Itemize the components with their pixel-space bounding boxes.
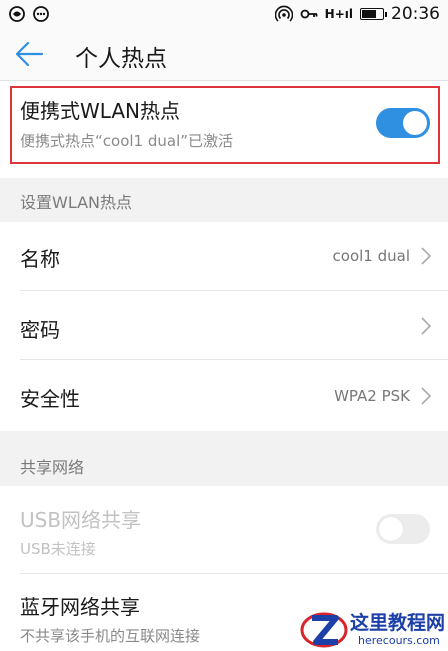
watermark: 这里教程网 herecours.com — [298, 606, 448, 651]
chevron-right-icon — [421, 247, 432, 265]
usb-tethering-toggle[interactable] — [376, 514, 430, 544]
name-row[interactable]: 名称 cool1 dual — [0, 222, 448, 291]
toggle-knob — [379, 517, 403, 541]
bluetooth-tethering-status: 不共享该手机的互联网连接 — [20, 627, 201, 645]
security-row[interactable]: 安全性 WPA2 PSK — [0, 360, 448, 431]
back-arrow-icon[interactable] — [12, 38, 48, 70]
signal-icon: H+ıl — [324, 7, 353, 21]
usb-tethering-row[interactable]: USB网络共享 USB未连接 — [0, 486, 448, 574]
section-title-setup: 设置WLAN热点 — [20, 193, 133, 212]
chevron-right-icon — [421, 317, 432, 335]
key-icon — [300, 9, 318, 19]
chat-icon — [33, 6, 49, 22]
watermark-url: herecours.com — [358, 634, 440, 647]
status-bar: H+ıl 20:36 — [0, 0, 448, 28]
section-header-setup: 设置WLAN热点 — [0, 178, 448, 222]
app-bar: 个人热点 — [0, 28, 448, 81]
section-title-share: 共享网络 — [20, 458, 85, 477]
watermark-brand: 这里教程网 — [350, 612, 446, 634]
page-title: 个人热点 — [75, 46, 167, 72]
name-value: cool1 dual — [332, 247, 410, 265]
section-header-share: 共享网络 — [0, 431, 448, 486]
security-value: WPA2 PSK — [334, 387, 410, 405]
battery-icon — [360, 8, 387, 20]
chevron-right-icon — [421, 387, 432, 405]
bluetooth-tethering-label: 蓝牙网络共享 — [20, 595, 140, 619]
password-label: 密码 — [20, 318, 60, 342]
watermark-logo — [300, 612, 348, 648]
security-label: 安全性 — [20, 387, 80, 411]
usb-tethering-status: USB未连接 — [20, 540, 96, 558]
clock: 20:36 — [391, 4, 440, 24]
usb-tethering-label: USB网络共享 — [20, 508, 142, 532]
hotspot-icon — [274, 5, 293, 22]
password-row[interactable]: 密码 — [0, 291, 448, 360]
notification-icon — [9, 6, 25, 22]
name-label: 名称 — [20, 247, 60, 271]
highlight-box — [10, 86, 440, 164]
